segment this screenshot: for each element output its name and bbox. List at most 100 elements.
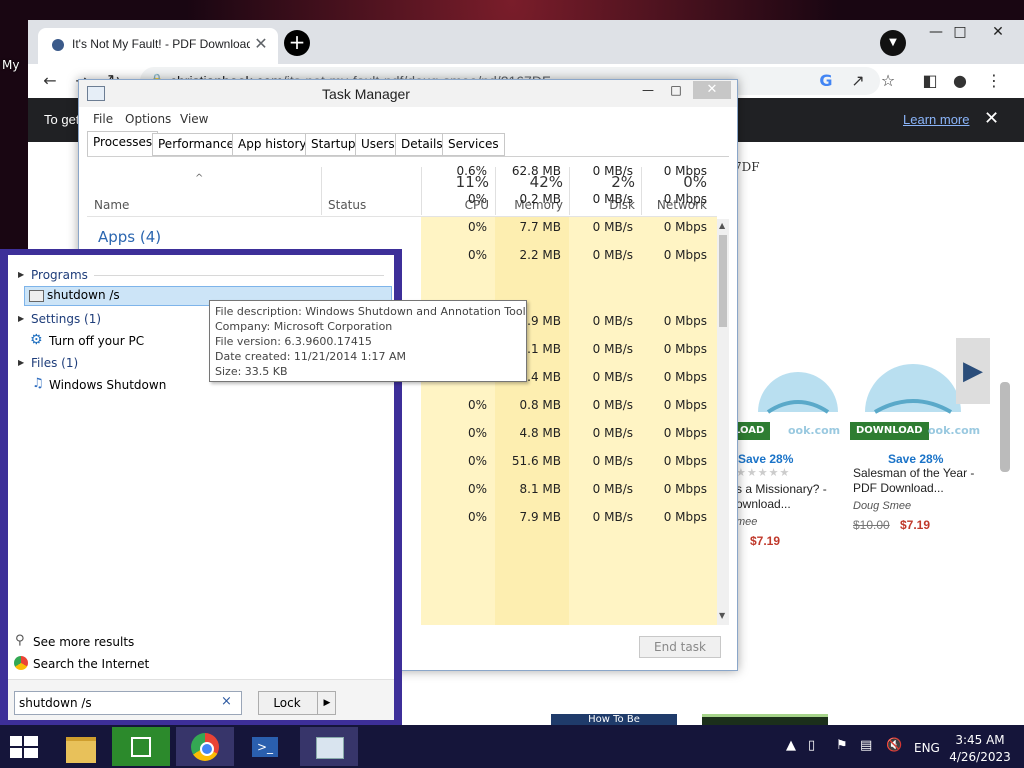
process-mem-cell: 7.9 MB (519, 510, 561, 524)
chrome-taskbar-icon[interactable] (176, 727, 234, 766)
process-cpu-cell: 0% (467, 398, 487, 412)
powershell-icon[interactable]: >_ (236, 727, 294, 766)
maximize-icon[interactable]: □ (665, 83, 687, 101)
process-cpu-cell: 0% (467, 426, 487, 440)
chrome-menu-icon[interactable]: ⋮ (982, 69, 1006, 93)
process-net-cell: 0 Mbps (663, 248, 707, 262)
scroll-down-icon[interactable]: ▼ (719, 611, 725, 620)
window-close-icon[interactable]: ✕ (978, 22, 1018, 46)
process-mem-cell: 4.8 MB (519, 426, 561, 440)
tablet-icon[interactable]: ▯ (808, 738, 815, 753)
menu-view[interactable]: View (180, 112, 208, 126)
scrollbar-thumb[interactable] (719, 235, 727, 327)
process-disk-cell: 0 MB/s (592, 342, 633, 356)
logo-text: ook.com (788, 424, 841, 437)
discount-label: Save 28% (888, 452, 944, 466)
language-indicator[interactable]: ENG (914, 741, 940, 755)
settings-result-label[interactable]: Turn off your PC (49, 334, 144, 348)
product-title-line: ownload... (736, 497, 791, 511)
process-disk-cell: 0 MB/s (592, 454, 633, 468)
tab-search-chevron-icon[interactable]: ▼ (880, 30, 906, 56)
process-list-scrollbar[interactable]: ▲ ▼ (717, 219, 729, 625)
show-hidden-icons-icon[interactable]: ▲ (786, 738, 796, 753)
store-icon[interactable] (112, 727, 170, 766)
menu-options[interactable]: Options (125, 112, 171, 126)
process-mem-cell: 2.2 MB (519, 248, 561, 262)
book-cover-image[interactable] (702, 714, 828, 725)
tooltip-company: Company: Microsoft Corporation (215, 320, 393, 333)
tooltip-date-created: Date created: 11/21/2014 1:17 AM (215, 350, 407, 363)
process-net-cell: 0 Mbps (663, 342, 707, 356)
clock-time[interactable]: 3:45 AM (940, 733, 1020, 747)
process-net-cell: 0 Mbps (663, 426, 707, 440)
tab-startup[interactable]: Startup (305, 133, 362, 156)
page-scrollbar[interactable] (1000, 382, 1010, 472)
expand-files-icon[interactable]: ▶ (18, 358, 24, 367)
google-lens-icon[interactable]: G (814, 69, 838, 93)
network-icon[interactable]: ▤ (860, 738, 872, 753)
minimize-icon[interactable]: — (637, 83, 659, 101)
expand-programs-icon[interactable]: ▶ (18, 270, 24, 279)
desktop-icon-label[interactable]: My (2, 58, 19, 72)
see-more-results-link[interactable]: See more results (33, 635, 134, 649)
taskbar: >_ ▲ ▯ ⚑ ▤ 🔇 ENG 3:45 AM 4/26/2023 (0, 725, 1024, 768)
clear-search-icon[interactable]: × (221, 694, 232, 709)
side-panel-icon[interactable]: ◧ (918, 69, 942, 93)
process-disk-cell: 0 MB/s (592, 248, 633, 262)
product-author[interactable]: mee (736, 516, 757, 528)
scroll-up-icon[interactable]: ▲ (719, 221, 725, 230)
menu-file[interactable]: File (93, 112, 113, 126)
process-disk-cell: 0 MB/s (592, 314, 633, 328)
search-internet-link[interactable]: Search the Internet (33, 657, 149, 671)
tab-users[interactable]: Users (355, 133, 401, 156)
tab-processes[interactable]: Processes (87, 131, 159, 157)
process-disk-cell: 0 MB/s (592, 398, 633, 412)
tab-performance[interactable]: Performance (152, 133, 241, 156)
end-task-button[interactable]: End task (639, 636, 721, 658)
programs-group-header[interactable]: Programs (31, 268, 88, 282)
power-options-arrow-icon[interactable]: ▶ (317, 692, 336, 714)
process-net-cell: 0 Mbps (663, 482, 707, 496)
product-author[interactable]: Doug Smee (853, 500, 911, 512)
learn-more-link[interactable]: Learn more (903, 112, 969, 127)
tab-services[interactable]: Services (442, 133, 505, 156)
carousel-next-arrow-icon[interactable]: ▶ (956, 338, 990, 404)
process-cpu-cell: 0% (467, 510, 487, 524)
product-title[interactable]: Salesman of the Year - PDF Download... (853, 466, 974, 496)
product-title[interactable]: s a Missionary? - ownload... (736, 482, 827, 512)
back-arrow-icon[interactable]: ← (38, 69, 62, 93)
share-icon[interactable]: ↗ (846, 69, 870, 93)
task-manager-title-bar[interactable]: Task Manager — □ ✕ (79, 80, 737, 107)
browser-tab-title: It's Not My Fault! - PDF Download (72, 37, 250, 51)
expand-settings-icon[interactable]: ▶ (18, 314, 24, 323)
sale-price: $7.19 (750, 534, 781, 548)
info-bar-close-icon[interactable]: ✕ (984, 108, 999, 129)
book-cover-banner[interactable]: How To Be (551, 714, 677, 725)
settings-group-header[interactable]: Settings (1) (31, 312, 101, 326)
profile-avatar-icon[interactable]: ● (948, 69, 972, 93)
file-result-label[interactable]: Windows Shutdown (49, 378, 166, 392)
tab-app-history[interactable]: App history (232, 133, 313, 156)
tab-close-icon[interactable]: ✕ (252, 35, 270, 53)
files-group-header[interactable]: Files (1) (31, 356, 78, 370)
gear-icon: ⚙ (30, 332, 43, 348)
lock-button[interactable]: Lock ▶ (258, 691, 336, 715)
window-maximize-icon[interactable]: □ (940, 22, 980, 46)
tab-details[interactable]: Details (395, 133, 449, 156)
new-tab-button[interactable]: + (284, 30, 310, 56)
volume-muted-icon[interactable]: 🔇 (886, 738, 902, 753)
bookmark-star-icon[interactable]: ☆ (876, 69, 900, 93)
close-icon[interactable]: ✕ (693, 81, 731, 99)
file-info-tooltip: File description: Windows Shutdown and A… (209, 300, 527, 382)
clock-date[interactable]: 4/26/2023 (940, 750, 1020, 764)
search-input[interactable]: shutdown /s × (14, 691, 242, 715)
browser-tab[interactable]: It's Not My Fault! - PDF Download ✕ (38, 28, 278, 64)
process-cpu-cell: 0% (467, 192, 487, 206)
file-explorer-icon[interactable] (52, 727, 110, 766)
task-manager-taskbar-icon[interactable] (300, 727, 358, 766)
windows-start-icon[interactable] (10, 736, 38, 758)
process-mem-cell: 8.1 MB (519, 482, 561, 496)
process-net-cell: 0 Mbps (663, 220, 707, 234)
process-disk-cell: 0 MB/s (592, 370, 633, 384)
action-center-flag-icon[interactable]: ⚑ (836, 738, 848, 753)
